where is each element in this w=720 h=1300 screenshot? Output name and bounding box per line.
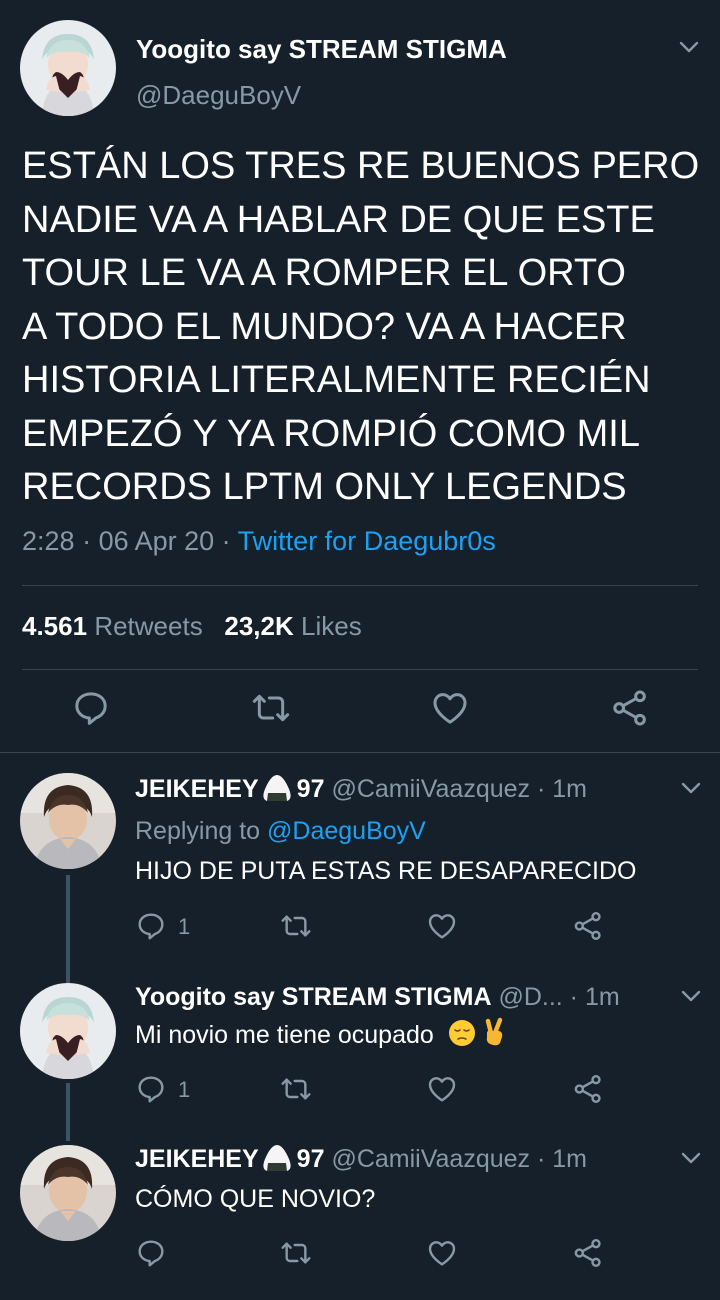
onigiri-emoji [263,775,291,802]
reply-text: HIJO DE PUTA ESTAS RE DESAPARECIDO [135,857,637,885]
reply-icon[interactable] [135,1073,167,1105]
likes-stat[interactable]: 23,2K Likes [224,611,361,641]
share-icon[interactable] [572,1237,604,1269]
handle[interactable]: @CamiiVaazquez [331,775,530,803]
tweet-detail-screen: Yoogito say STREAM STIGMA @DaeguBoyV EST… [0,0,720,1300]
reply-tweet[interactable]: JEIKEHEY 97 @CamiiVaazquez · 1m Replying… [0,753,720,973]
retweets-count: 4.561 [22,611,88,641]
chevron-down-icon[interactable] [680,781,702,795]
divider [22,585,698,586]
like-icon[interactable] [426,1073,458,1105]
display-name[interactable]: Yoogito say STREAM STIGMA [135,983,492,1011]
retweets-stat[interactable]: 4.561 Retweets [22,611,203,641]
profile-photo [20,983,116,1079]
reply-tweet[interactable]: JEIKEHEY 97 @CamiiVaazquez · 1m CÓMO QUE… [0,1141,720,1300]
chevron-down-icon[interactable] [680,989,702,1003]
avatar[interactable] [20,1145,116,1241]
avatar[interactable] [20,773,116,869]
chevron-down-icon[interactable] [680,1151,702,1165]
meta-separator: · [214,526,238,556]
tweet-text-line: NADIE VA A HABLAR DE QUE ESTE [22,198,655,241]
share-icon[interactable] [572,1073,604,1105]
profile-photo [20,20,116,116]
meta-separator: · [530,775,553,803]
reply-icon[interactable] [71,688,111,728]
handle[interactable]: @DaeguBoyV [136,80,301,111]
handle[interactable]: @D... [498,983,562,1011]
display-name[interactable]: JEIKEHEY [135,1145,259,1173]
avatar[interactable] [20,20,116,116]
replying-to-label: Replying to [135,817,261,845]
divider [22,669,698,670]
reply-header: JEIKEHEY 97 @CamiiVaazquez · 1m [135,775,587,804]
name-suffix[interactable]: 97 [297,1145,325,1173]
reply-text: CÓMO QUE NOVIO? [135,1185,376,1213]
tweet-stats: 4.561 Retweets 23,2K Likes [22,611,362,642]
like-icon[interactable] [430,688,470,728]
profile-photo [20,773,116,869]
avatar[interactable] [20,983,116,1079]
main-tweet: Yoogito say STREAM STIGMA @DaeguBoyV EST… [0,0,720,752]
replying-to-mention[interactable]: @DaeguBoyV [267,817,426,845]
pensive-emoji [448,1020,475,1047]
likes-count: 23,2K [224,611,294,641]
reply-time: 1m [552,1145,587,1173]
replying-to: Replying to @DaeguBoyV [135,817,426,846]
tweet-text-line: RECORDS LPTM ONLY LEGENDS [22,466,627,508]
thread-line [66,973,70,983]
reply-count: 1 [178,1077,191,1102]
retweet-icon[interactable] [251,688,291,728]
tweet-meta: 2:28 · 06 Apr 20 · Twitter for Daegubr0s [22,526,496,557]
display-name[interactable]: JEIKEHEY [135,775,259,803]
retweets-label: Retweets [94,611,203,641]
reply-text-row: Mi novio me tiene ocupado [135,1018,509,1050]
victory-hand-emoji [485,1018,502,1046]
retweet-icon[interactable] [280,1237,312,1269]
reply-action-bar [0,1237,720,1277]
reply-time: 1m [584,983,620,1011]
reply-action-bar: 1 [0,910,720,950]
meta-separator: · [562,983,585,1011]
chevron-down-icon[interactable] [678,40,700,54]
reply-icon[interactable] [135,910,167,942]
tweet-text-line: EMPEZÓ Y YA ROMPIÓ COMO MIL [22,412,640,455]
tweet-text-line: ESTÁN LOS TRES RE BUENOS PERO [22,145,700,187]
tweet-text-line: A TODO EL MUNDO? VA A HACER [22,305,627,348]
onigiri-emoji [263,1145,291,1172]
tweet-date: 06 Apr 20 [98,526,215,556]
tweet-text: ESTÁN LOS TRES RE BUENOS PERO NADIE VA A… [22,140,712,515]
reply-text: Mi novio me tiene ocupado [135,1021,434,1049]
handle[interactable]: @CamiiVaazquez [331,1145,530,1173]
tweet-text-line: TOUR LE VA A ROMPER EL ORTO [22,252,626,294]
reply-tweet[interactable]: Yoogito say STREAM STIGMA @D... · 1m Mi … [0,973,720,1141]
reply-icon[interactable] [135,1237,167,1269]
retweet-icon[interactable] [280,910,312,942]
reply-count: 1 [178,914,191,939]
reply-header: Yoogito say STREAM STIGMA @D... · 1m [135,983,620,1012]
reply-header: JEIKEHEY 97 @CamiiVaazquez · 1m [135,1145,587,1174]
like-icon[interactable] [426,910,458,942]
tweet-time: 2:28 [22,526,75,556]
name-suffix[interactable]: 97 [297,775,325,803]
meta-separator: · [530,1145,553,1173]
tweet-action-bar [0,688,720,732]
display-name[interactable]: Yoogito say STREAM STIGMA [136,34,507,65]
tweet-source-link[interactable]: Twitter for Daegubr0s [238,526,496,556]
reply-action-bar: 1 [0,1073,720,1113]
profile-photo [20,1145,116,1241]
meta-separator: · [74,526,99,556]
retweet-icon[interactable] [280,1073,312,1105]
reply-time: 1m [552,775,587,803]
share-icon[interactable] [610,688,650,728]
like-icon[interactable] [426,1237,458,1269]
tweet-text-line: HISTORIA LITERALMENTE RECIÉN [22,359,651,401]
share-icon[interactable] [572,910,604,942]
likes-label: Likes [301,611,362,641]
